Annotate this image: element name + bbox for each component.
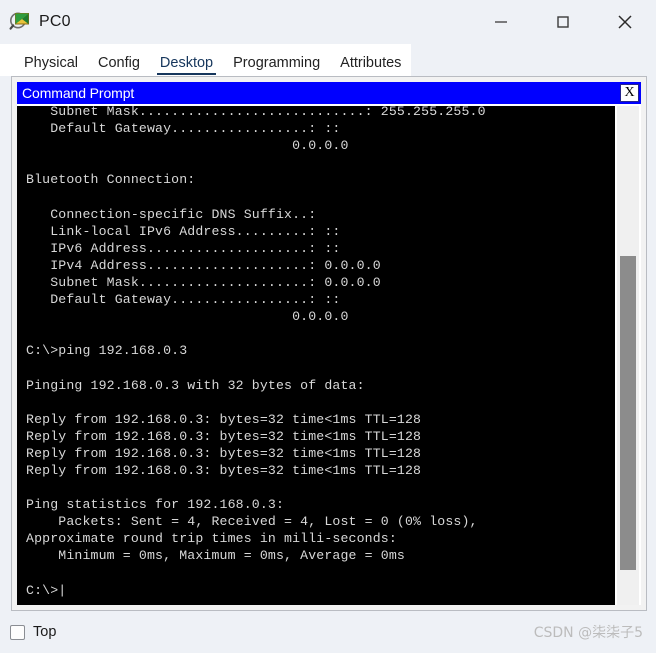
maximize-button[interactable] <box>532 0 594 44</box>
tab-programming[interactable]: Programming <box>223 54 330 77</box>
command-prompt-title: Command Prompt <box>22 85 135 101</box>
minimize-button[interactable] <box>470 0 532 44</box>
footer-bar: Top CSDN @柒柒子5 <box>0 611 656 653</box>
tab-physical[interactable]: Physical <box>14 54 88 77</box>
command-prompt-body: Subnet Mask............................:… <box>17 104 641 605</box>
tab-attributes-label: Attributes <box>340 54 402 71</box>
minimize-icon <box>495 21 507 23</box>
tab-desktop-label: Desktop <box>159 54 214 71</box>
maximize-icon <box>557 16 569 28</box>
top-checkbox[interactable] <box>10 624 25 640</box>
tab-strip-container: Physical Config Desktop Programming Attr… <box>0 44 656 76</box>
tab-strip: Physical Config Desktop Programming Attr… <box>0 44 412 77</box>
terminal-scrollbar-thumb[interactable] <box>620 255 636 571</box>
terminal-text: Subnet Mask............................:… <box>26 106 486 598</box>
command-prompt-window: Command Prompt X Subnet Mask............… <box>17 82 641 605</box>
terminal-output-area[interactable]: Subnet Mask............................:… <box>17 106 615 605</box>
pc0-window: PC0 Physical Config Desktop Programming … <box>0 0 656 653</box>
csdn-watermark: CSDN @柒柒子5 <box>533 625 643 641</box>
tab-config-label: Config <box>98 54 140 71</box>
tab-attributes[interactable]: Attributes <box>330 54 411 77</box>
command-prompt-close-button[interactable]: X <box>620 84 639 102</box>
terminal-scrollbar[interactable] <box>617 106 639 605</box>
command-prompt-titlebar: Command Prompt X <box>17 82 641 104</box>
top-checkbox-group[interactable]: Top <box>10 624 56 640</box>
packet-tracer-pc-icon <box>9 11 31 33</box>
window-title-text: PC0 <box>39 13 71 30</box>
title-bar-left-group: PC0 <box>0 11 71 33</box>
window-title-bar: PC0 <box>0 0 656 44</box>
tab-desktop[interactable]: Desktop <box>150 54 223 77</box>
window-controls <box>470 0 656 44</box>
tab-physical-label: Physical <box>24 54 78 71</box>
desktop-panel: Command Prompt X Subnet Mask............… <box>11 76 647 611</box>
close-icon <box>618 15 632 29</box>
top-checkbox-label: Top <box>33 624 57 640</box>
tab-programming-label: Programming <box>233 54 321 71</box>
tab-config[interactable]: Config <box>88 54 150 77</box>
close-button[interactable] <box>594 0 656 44</box>
